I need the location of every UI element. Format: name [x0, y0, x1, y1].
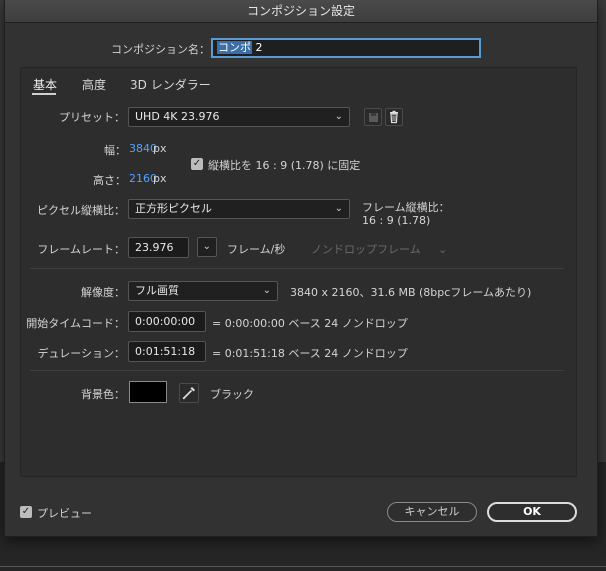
- pixel-aspect-value: 正方形ピクセル: [135, 202, 212, 215]
- eyedropper-button[interactable]: [179, 383, 199, 403]
- divider: [30, 370, 564, 371]
- chevron-down-icon: ⌄: [202, 241, 211, 252]
- pixel-aspect-label: ピクセル縦横比：: [37, 204, 125, 217]
- resolution-label: 解像度：: [81, 286, 125, 299]
- duration-input[interactable]: 0:01:51:18: [128, 341, 206, 362]
- divider: [30, 268, 564, 269]
- composition-name-selected-text: コンポ: [217, 41, 252, 54]
- tab-basic[interactable]: 基本: [33, 76, 57, 93]
- background-color-name: ブラック: [210, 388, 254, 401]
- frame-rate-unit: フレーム/秒: [227, 243, 286, 256]
- height-unit: px: [153, 172, 167, 185]
- checkmark-icon: ✓: [21, 506, 31, 517]
- frame-rate-dropdown[interactable]: ⌄: [197, 237, 217, 257]
- tab-basic-underline: [32, 93, 56, 95]
- width-label: 幅：: [104, 144, 126, 157]
- settings-panel: [20, 67, 577, 477]
- eyedropper-icon: [182, 387, 195, 400]
- cancel-button[interactable]: キャンセル: [387, 502, 477, 522]
- composition-name-rest-text: 2: [252, 41, 263, 54]
- trash-icon: [390, 110, 398, 124]
- resolution-value: フル画質: [135, 284, 179, 297]
- lock-aspect-label: 縦横比を 16 : 9 (1.78) に固定: [208, 159, 361, 172]
- tab-3d-renderer[interactable]: 3D レンダラー: [130, 76, 211, 93]
- pixel-aspect-dropdown[interactable]: 正方形ピクセル ⌄: [128, 199, 350, 219]
- checkmark-icon: ✓: [192, 158, 202, 169]
- preset-dropdown[interactable]: UHD 4K 23.976 ⌄: [128, 107, 350, 127]
- save-preset-button[interactable]: [364, 108, 382, 126]
- chevron-down-icon: ⌄: [438, 243, 448, 256]
- preset-value: UHD 4K 23.976: [135, 110, 220, 123]
- duration-label: デュレーション：: [37, 347, 125, 360]
- preview-label: プレビュー: [37, 507, 92, 520]
- chevron-down-icon: ⌄: [334, 111, 343, 122]
- background-color-swatch[interactable]: [129, 381, 167, 403]
- delete-preset-button[interactable]: [385, 108, 403, 126]
- chevron-down-icon: ⌄: [334, 203, 343, 214]
- start-timecode-equals: = 0:00:00:00 ベース 24 ノンドロップ: [212, 317, 408, 330]
- resolution-dropdown[interactable]: フル画質 ⌄: [128, 281, 278, 301]
- preview-checkbox[interactable]: ✓: [20, 506, 32, 518]
- dropframe-dropdown: ノンドロップフレーム ⌄: [311, 241, 447, 257]
- chevron-down-icon: ⌄: [262, 285, 271, 296]
- preset-label: プリセット：: [59, 111, 125, 124]
- frame-rate-input[interactable]: 23.976: [128, 237, 189, 258]
- width-unit: px: [153, 142, 167, 155]
- frame-aspect-label: フレーム縦横比：: [362, 201, 450, 214]
- frame-aspect-value: 16 : 9 (1.78): [362, 214, 431, 227]
- resolution-info: 3840 x 2160、31.6 MB (8bpcフレームあたり): [290, 286, 532, 299]
- composition-name-input[interactable]: コンポ 2: [211, 38, 481, 58]
- start-timecode-label: 開始タイムコード：: [26, 317, 125, 330]
- ok-button[interactable]: OK: [487, 502, 577, 522]
- tab-advanced[interactable]: 高度: [82, 76, 106, 93]
- composition-name-label: コンポジション名：: [111, 43, 210, 56]
- background-color-label: 背景色：: [81, 388, 125, 401]
- duration-equals: = 0:01:51:18 ベース 24 ノンドロップ: [212, 347, 408, 360]
- frame-rate-label: フレームレート：: [37, 243, 125, 256]
- height-label: 高さ：: [93, 174, 126, 187]
- save-preset-icon: [369, 113, 378, 122]
- start-timecode-input[interactable]: 0:00:00:00: [128, 311, 206, 332]
- lock-aspect-checkbox[interactable]: ✓: [191, 158, 203, 170]
- dropframe-value: ノンドロップフレーム: [311, 243, 421, 256]
- dialog-title: コンポジション設定: [5, 0, 597, 23]
